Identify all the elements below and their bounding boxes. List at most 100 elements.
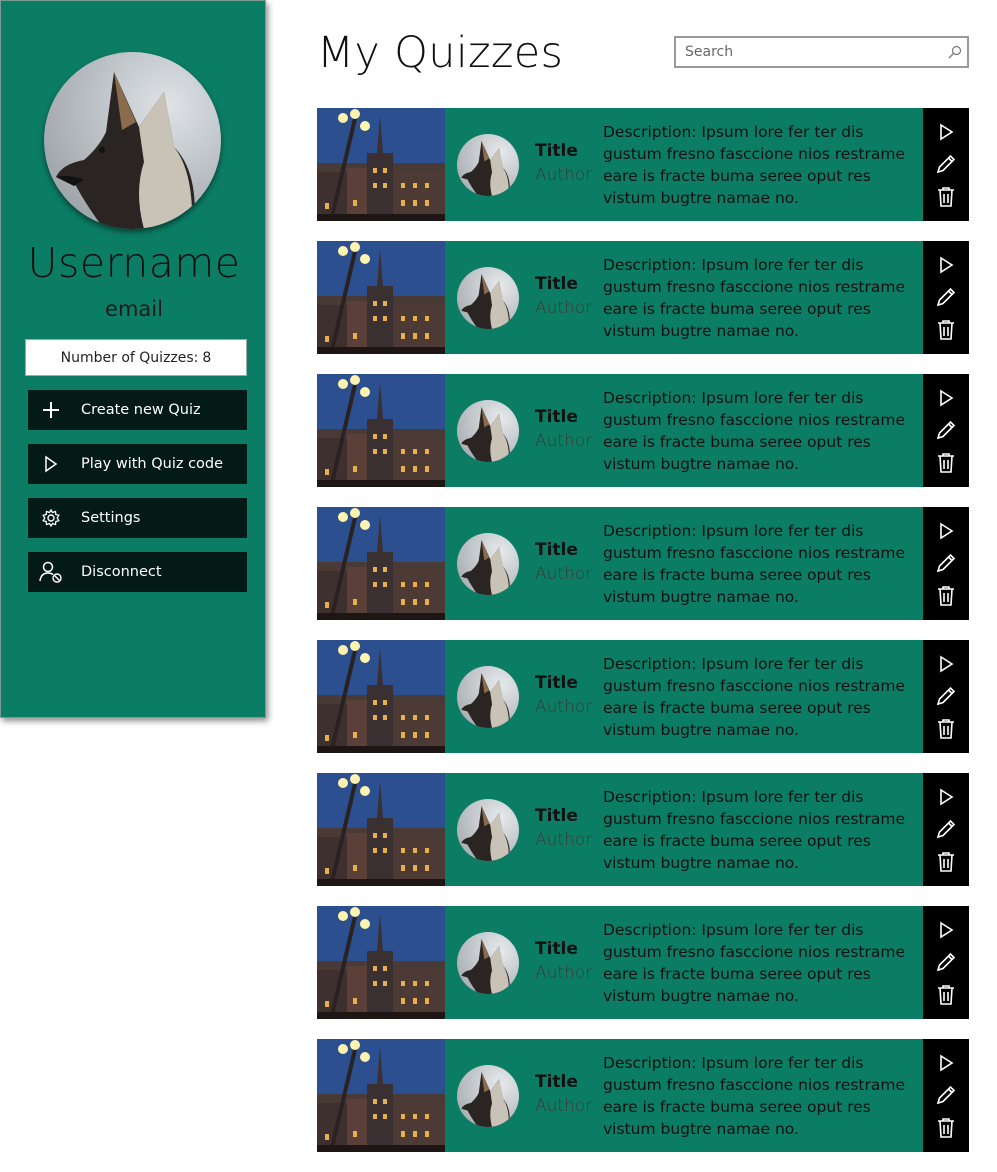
quiz-thumbnail [317, 1039, 445, 1152]
create-quiz-label: Create new Quiz [81, 402, 201, 418]
delete-quiz-button[interactable] [933, 849, 959, 875]
quiz-title: Title [535, 540, 578, 560]
quiz-actions [923, 1039, 969, 1152]
quiz-description: Description: Ipsum lore fer ter dis gust… [603, 389, 905, 473]
play-quiz-button[interactable] [933, 917, 959, 943]
quiz-title: Title [535, 1072, 578, 1092]
play-icon [940, 123, 954, 141]
play-icon [940, 921, 954, 939]
quiz-actions [923, 640, 969, 753]
disconnect-label: Disconnect [81, 564, 162, 580]
edit-quiz-button[interactable] [933, 284, 959, 310]
delete-quiz-button[interactable] [933, 982, 959, 1008]
edit-quiz-button[interactable] [933, 949, 959, 975]
dog-photo-icon [461, 540, 510, 595]
quiz-actions [923, 906, 969, 1019]
trash-icon [938, 1118, 954, 1138]
quiz-author: Author [535, 1096, 593, 1116]
delete-quiz-button[interactable] [933, 1115, 959, 1141]
quiz-card[interactable]: Title Author Description: Ipsum lore fer… [317, 507, 969, 620]
user-email: email [105, 297, 163, 321]
play-quiz-button[interactable] [933, 1050, 959, 1076]
quiz-actions [923, 241, 969, 354]
quiz-actions [923, 773, 969, 886]
edit-quiz-button[interactable] [933, 550, 959, 576]
play-icon [940, 788, 954, 806]
quiz-card[interactable]: Title Author Description: Ipsum lore fer… [317, 906, 969, 1019]
quiz-actions [923, 374, 969, 487]
pencil-icon [936, 155, 956, 174]
edit-quiz-button[interactable] [933, 683, 959, 709]
trash-icon [938, 453, 954, 473]
quiz-card[interactable]: Title Author Description: Ipsum lore fer… [317, 1039, 969, 1152]
delete-quiz-button[interactable] [933, 583, 959, 609]
trash-icon [938, 320, 954, 340]
dog-photo-icon [56, 72, 195, 229]
building-photo-icon [317, 241, 445, 354]
delete-quiz-button[interactable] [933, 450, 959, 476]
quiz-title: Title [535, 806, 578, 826]
play-icon [940, 655, 954, 673]
play-quiz-button[interactable] [933, 651, 959, 677]
author-avatar [457, 267, 519, 329]
play-icon [38, 453, 64, 475]
settings-button[interactable]: Settings [28, 498, 247, 538]
quiz-card[interactable]: Title Author Description: Ipsum lore fer… [317, 374, 969, 487]
trash-icon [938, 719, 954, 739]
author-avatar [457, 666, 519, 728]
dog-photo-icon [461, 673, 510, 728]
quiz-meta: Title Author [535, 806, 603, 886]
building-photo-icon [317, 374, 445, 487]
quiz-title: Title [535, 939, 578, 959]
quiz-author: Author [535, 697, 593, 717]
play-icon [940, 522, 954, 540]
dog-photo-icon [461, 141, 510, 196]
play-quiz-button[interactable] [933, 385, 959, 411]
quiz-card[interactable]: Title Author Description: Ipsum lore fer… [317, 241, 969, 354]
quiz-description: Description: Ipsum lore fer ter dis gust… [603, 655, 905, 739]
create-quiz-button[interactable]: Create new Quiz [28, 390, 247, 430]
quiz-meta: Title Author [535, 407, 603, 487]
play-icon [940, 256, 954, 274]
edit-quiz-button[interactable] [933, 151, 959, 177]
gear-icon [38, 507, 64, 529]
play-quiz-button[interactable] [933, 784, 959, 810]
dog-photo-icon [461, 806, 510, 861]
building-photo-icon [317, 906, 445, 1019]
trash-icon [938, 586, 954, 606]
disconnect-button[interactable]: Disconnect [28, 552, 247, 592]
quiz-meta: Title Author [535, 939, 603, 1019]
quiz-card[interactable]: Title Author Description: Ipsum lore fer… [317, 773, 969, 886]
avatar [44, 52, 221, 229]
play-quiz-button[interactable] [933, 252, 959, 278]
quiz-thumbnail [317, 374, 445, 487]
quiz-count-label: Number of Quizzes: [60, 349, 199, 366]
quiz-thumbnail [317, 108, 445, 221]
edit-quiz-button[interactable] [933, 417, 959, 443]
quiz-meta: Title Author [535, 141, 603, 221]
dog-photo-icon [461, 274, 510, 329]
edit-quiz-button[interactable] [933, 1082, 959, 1108]
play-icon [940, 389, 954, 407]
quiz-author: Author [535, 830, 593, 850]
delete-quiz-button[interactable] [933, 317, 959, 343]
delete-quiz-button[interactable] [933, 184, 959, 210]
building-photo-icon [317, 640, 445, 753]
play-quiz-code-button[interactable]: Play with Quiz code [28, 444, 247, 484]
quiz-title: Title [535, 673, 578, 693]
play-quiz-button[interactable] [933, 119, 959, 145]
quiz-author: Author [535, 165, 593, 185]
edit-quiz-button[interactable] [933, 816, 959, 842]
building-photo-icon [317, 108, 445, 221]
settings-label: Settings [81, 510, 141, 526]
play-quiz-code-label: Play with Quiz code [81, 456, 224, 472]
author-avatar [457, 799, 519, 861]
quiz-card[interactable]: Title Author Description: Ipsum lore fer… [317, 108, 969, 221]
pencil-icon [936, 554, 956, 573]
delete-quiz-button[interactable] [933, 716, 959, 742]
quiz-card[interactable]: Title Author Description: Ipsum lore fer… [317, 640, 969, 753]
search-icon[interactable] [943, 38, 967, 66]
play-quiz-button[interactable] [933, 518, 959, 544]
quiz-author: Author [535, 564, 593, 584]
search-input[interactable] [676, 38, 943, 66]
